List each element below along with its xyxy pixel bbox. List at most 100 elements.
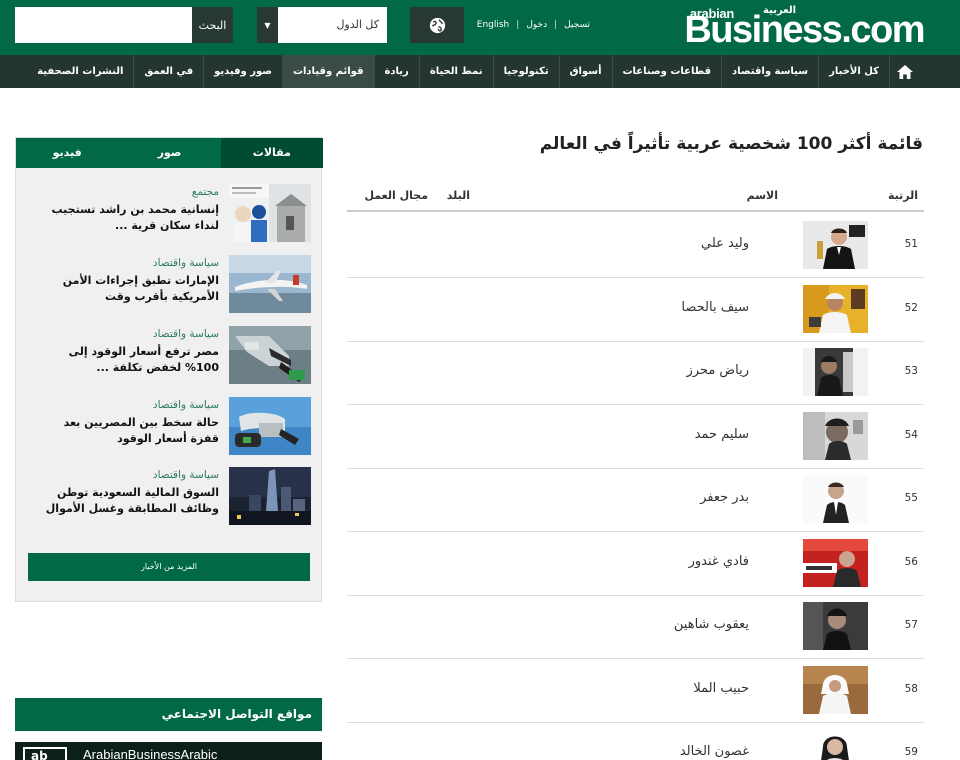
table-row[interactable]: 59 غصون الخالد (347, 722, 924, 760)
person-photo[interactable] (803, 475, 868, 523)
news-thumbnail[interactable] (229, 326, 311, 384)
news-thumbnail[interactable] (229, 467, 311, 525)
nav-item-politics-economy[interactable]: سياسة واقتصاد (722, 55, 820, 88)
home-icon (897, 64, 913, 79)
news-category[interactable]: سياسة واقتصاد (153, 257, 219, 269)
col-header-country: البلد (446, 189, 470, 202)
news-title[interactable]: مصر ترفع أسعار الوقود إلى 100% لخفض تكلف… (39, 344, 219, 376)
col-header-field: مجال العمل (364, 189, 428, 202)
table-row[interactable]: 55 بدر جعفر (347, 468, 924, 532)
account-links: تسجيل | دخول | English (477, 20, 590, 30)
row-rank: 53 (904, 365, 918, 377)
person-name[interactable]: حبيب الملا (693, 681, 749, 696)
news-category[interactable]: سياسة واقتصاد (153, 469, 219, 481)
tab-articles[interactable]: مقالات (220, 138, 323, 168)
link-separator: | (554, 20, 558, 30)
nav-item-technology[interactable]: تكنولوجيا (494, 55, 560, 88)
person-name[interactable]: سيف بالحصا (681, 300, 749, 315)
row-rank: 55 (904, 492, 918, 504)
nav-item-in-depth[interactable]: في العمق (134, 55, 205, 88)
news-item[interactable]: سياسة واقتصاد السوق المالية السعودية توط… (28, 467, 311, 527)
nav-item-entrepreneurship[interactable]: ريادة (375, 55, 420, 88)
nav-item-newsletters[interactable]: النشرات الصحفية (27, 55, 135, 88)
person-photo[interactable] (803, 221, 868, 269)
login-link[interactable]: دخول (526, 20, 547, 30)
sidebar-latest: مقالات صور فيديو مجتمع إنسانية محمد بن ر… (15, 137, 323, 602)
table-row[interactable]: 56 فادي غندور (347, 532, 924, 596)
row-rank: 58 (904, 683, 918, 695)
person-photo[interactable] (803, 666, 868, 714)
region-button[interactable] (410, 7, 464, 43)
news-thumbnail[interactable] (229, 184, 311, 242)
nav-item-all-news[interactable]: كل الأخبار (819, 55, 890, 88)
link-separator: | (516, 20, 520, 30)
nav-items: كل الأخبار سياسة واقتصاد قطاعات وصناعات … (27, 55, 890, 88)
register-link[interactable]: تسجيل (564, 20, 590, 30)
globe-icon (429, 17, 445, 33)
news-item[interactable]: سياسة واقتصاد مصر ترفع أسعار الوقود إلى … (28, 326, 311, 386)
tab-photos[interactable]: صور (118, 138, 220, 168)
person-name[interactable]: بدر جعفر (700, 490, 749, 505)
social-heading: مواقع التواصل الاجتماعي (15, 698, 322, 731)
table-row[interactable]: 52 سيف بالحصا (347, 278, 924, 342)
person-name[interactable]: رياض محرز (686, 363, 749, 378)
news-item[interactable]: سياسة واقتصاد الإمارات تطبق إجراءات الأم… (28, 255, 311, 315)
news-title[interactable]: السوق المالية السعودية توطن وظائف المطاب… (39, 485, 219, 517)
nav-item-industries[interactable]: قطاعات وصناعات (613, 55, 723, 88)
english-link[interactable]: English (477, 20, 510, 30)
person-photo[interactable] (803, 602, 868, 650)
table-row[interactable]: 58 حبيب الملا (347, 659, 924, 723)
person-name[interactable]: غصون الخالد (680, 744, 749, 759)
row-rank: 59 (904, 746, 918, 758)
nav-item-photos-videos[interactable]: صور وفيديو (204, 55, 283, 88)
news-category[interactable]: سياسة واقتصاد (153, 399, 219, 411)
chevron-down-icon[interactable]: ▼ (257, 7, 278, 43)
main-nav: كل الأخبار سياسة واقتصاد قطاعات وصناعات … (0, 55, 960, 88)
sidebar-tabs: مقالات صور فيديو (16, 138, 323, 168)
row-rank: 56 (904, 556, 918, 568)
news-thumbnail[interactable] (229, 397, 311, 455)
row-rank: 54 (904, 429, 918, 441)
news-item[interactable]: سياسة واقتصاد حالة سخط بين المصريين بعد … (28, 397, 311, 457)
search-button[interactable]: البحث (192, 7, 233, 43)
row-rank: 51 (904, 238, 918, 250)
nav-item-markets[interactable]: أسواق (560, 55, 613, 88)
list-header: الرتبة الاسم البلد مجال العمل (347, 180, 924, 212)
news-title[interactable]: إنسانية محمد بن راشد تستجيب لنداء سكان ق… (39, 202, 219, 234)
person-name[interactable]: وليد علي (701, 236, 749, 251)
table-row[interactable]: 51 وليد علي (347, 214, 924, 278)
col-header-name: الاسم (746, 189, 778, 202)
country-select[interactable]: ▼ كل الدول (257, 7, 387, 43)
nav-item-lists-leaders[interactable]: قوائم وقيادات (282, 55, 375, 88)
table-row[interactable]: 53 رياض محرز (347, 341, 924, 405)
news-title[interactable]: حالة سخط بين المصريين بعد قفزة أسعار الو… (39, 415, 219, 447)
person-name[interactable]: يعقوب شاهين (674, 617, 749, 632)
news-category[interactable]: مجتمع (192, 186, 219, 198)
news-title[interactable]: الإمارات تطبق إجراءات الأمن الأمريكية بأ… (39, 273, 219, 305)
news-category[interactable]: سياسة واقتصاد (153, 328, 219, 340)
news-thumbnail[interactable] (229, 255, 311, 313)
table-row[interactable]: 54 سليم حمد (347, 405, 924, 469)
news-item[interactable]: مجتمع إنسانية محمد بن راشد تستجيب لنداء … (28, 184, 311, 244)
person-photo[interactable] (803, 729, 868, 760)
tab-videos[interactable]: فيديو (16, 138, 118, 168)
country-select-value: كل الدول (336, 18, 379, 31)
social-account-name[interactable]: ArabianBusinessArabic (83, 747, 217, 760)
row-rank: 57 (904, 619, 918, 631)
person-name[interactable]: سليم حمد (695, 427, 749, 442)
person-photo[interactable] (803, 412, 868, 460)
person-photo[interactable] (803, 285, 868, 333)
col-header-rank: الرتبة (887, 189, 918, 202)
person-photo[interactable] (803, 348, 868, 396)
social-widget[interactable]: ab ArabianBusinessArabic (15, 742, 322, 760)
site-logo[interactable]: arabian العربية Business.com (664, 5, 925, 50)
person-name[interactable]: فادي غندور (689, 554, 749, 569)
table-row[interactable]: 57 يعقوب شاهين (347, 595, 924, 659)
search-input[interactable] (15, 7, 192, 43)
nav-home[interactable] (890, 55, 920, 88)
top-header: arabian العربية Business.com تسجيل | دخول |… (0, 0, 960, 55)
row-rank: 52 (904, 302, 918, 314)
nav-item-lifestyle[interactable]: نمط الحياة (420, 55, 494, 88)
person-photo[interactable] (803, 539, 868, 587)
more-news-button[interactable]: المزيد من الأخبار (28, 553, 310, 581)
